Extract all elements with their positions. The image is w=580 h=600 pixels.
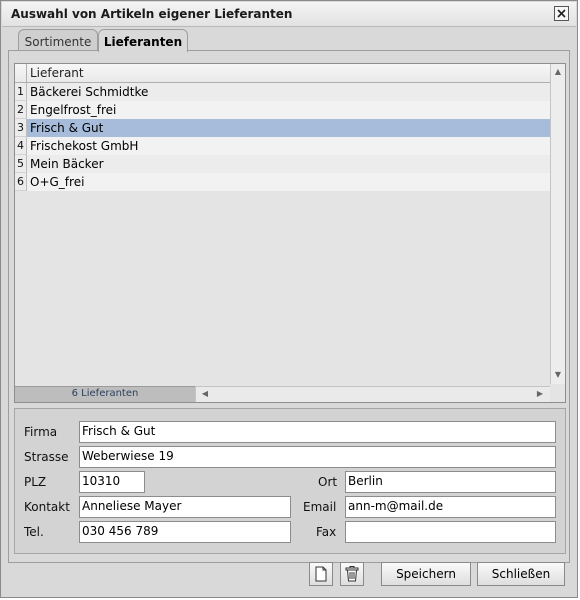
vertical-scrollbar[interactable]: ▲ ▼ bbox=[550, 64, 565, 384]
table-row-selected[interactable]: 3 Frisch & Gut bbox=[15, 119, 550, 137]
tab-label: Lieferanten bbox=[103, 35, 183, 49]
scroll-left-icon[interactable]: ◀ bbox=[200, 389, 210, 399]
row-number: 2 bbox=[15, 101, 27, 119]
delete-button[interactable] bbox=[340, 562, 364, 586]
scroll-right-icon[interactable]: ▶ bbox=[535, 389, 545, 399]
tel-label: Tel. bbox=[24, 525, 44, 539]
new-document-icon bbox=[315, 566, 327, 582]
ort-label: Ort bbox=[318, 475, 338, 489]
scroll-up-icon[interactable]: ▲ bbox=[553, 67, 563, 77]
tab-label: Sortimente bbox=[24, 35, 92, 49]
trash-icon bbox=[345, 566, 359, 582]
ort-field[interactable]: Berlin bbox=[345, 471, 556, 493]
email-label: Email bbox=[303, 500, 337, 514]
supplier-count: 6 Lieferanten bbox=[15, 386, 195, 402]
supplier-name[interactable]: O+G_frei bbox=[27, 173, 550, 191]
header-corner bbox=[15, 64, 27, 82]
fax-field[interactable] bbox=[345, 521, 556, 543]
supplier-name[interactable]: Engelfrost_frei bbox=[27, 101, 550, 119]
strasse-label: Strasse bbox=[24, 450, 69, 464]
new-button[interactable] bbox=[309, 562, 333, 586]
row-number: 3 bbox=[15, 119, 27, 137]
strasse-field[interactable]: Weberwiese 19 bbox=[79, 446, 556, 468]
tab-lieferanten[interactable]: Lieferanten bbox=[98, 29, 188, 52]
kontakt-field[interactable]: Anneliese Mayer bbox=[79, 496, 291, 518]
table-row[interactable]: 4 Frischekost GmbH bbox=[15, 137, 550, 155]
row-number: 6 bbox=[15, 173, 27, 191]
close-window-button[interactable] bbox=[554, 6, 569, 21]
table-row[interactable]: 6 O+G_frei bbox=[15, 173, 550, 191]
firma-label: Firma bbox=[24, 425, 58, 439]
row-number: 1 bbox=[15, 83, 27, 101]
scroll-down-icon[interactable]: ▼ bbox=[553, 370, 563, 380]
plz-label: PLZ bbox=[24, 475, 47, 489]
row-number: 5 bbox=[15, 155, 27, 173]
tab-sortimente[interactable]: Sortimente bbox=[18, 29, 98, 51]
save-button[interactable]: Speichern bbox=[381, 562, 471, 586]
email-field[interactable]: ann-m@mail.de bbox=[345, 496, 556, 518]
title-bar: Auswahl von Artikeln eigener Lieferanten bbox=[2, 2, 576, 27]
table-row[interactable]: 5 Mein Bäcker bbox=[15, 155, 550, 173]
window-title: Auswahl von Artikeln eigener Lieferanten bbox=[11, 7, 293, 21]
supplier-name[interactable]: Frisch & Gut bbox=[27, 119, 550, 137]
row-number: 4 bbox=[15, 137, 27, 155]
table-row[interactable]: 1 Bäckerei Schmidtke bbox=[15, 83, 550, 101]
supplier-name[interactable]: Mein Bäcker bbox=[27, 155, 550, 173]
supplier-name[interactable]: Bäckerei Schmidtke bbox=[27, 83, 550, 101]
table-row[interactable]: 2 Engelfrost_frei bbox=[15, 101, 550, 119]
supplier-name[interactable]: Frischekost GmbH bbox=[27, 137, 550, 155]
horizontal-scrollbar[interactable]: ◀ ▶ bbox=[195, 386, 550, 402]
list-header: Lieferant bbox=[15, 64, 550, 83]
tel-field[interactable]: 030 456 789 bbox=[79, 521, 291, 543]
close-icon bbox=[557, 9, 566, 18]
kontakt-label: Kontakt bbox=[24, 500, 70, 514]
firma-field[interactable]: Frisch & Gut bbox=[79, 421, 556, 443]
close-button[interactable]: Schließen bbox=[477, 562, 565, 586]
supplier-list: Lieferant 1 Bäckerei Schmidtke 2 Engelfr… bbox=[14, 63, 566, 403]
column-header-lieferant[interactable]: Lieferant bbox=[30, 66, 84, 80]
plz-field[interactable]: 10310 bbox=[79, 471, 145, 493]
fax-label: Fax bbox=[316, 525, 337, 539]
